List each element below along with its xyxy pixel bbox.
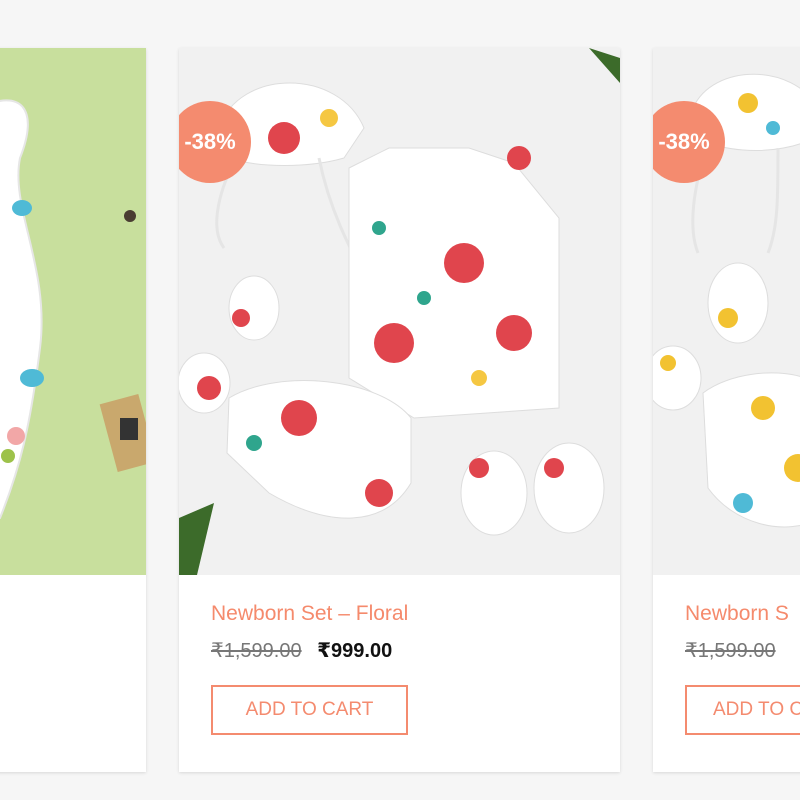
product-image[interactable]: -38% xyxy=(179,48,620,575)
product-title-right[interactable]: Newborn S xyxy=(685,602,789,626)
product-card-left[interactable]: kin xyxy=(0,48,146,772)
sale-price: ₹999.00 xyxy=(317,640,393,662)
add-to-cart-button[interactable]: ADD TO CART xyxy=(211,685,408,735)
product-card-right[interactable]: -38% Newborn S ₹1,599.00 ADD TO C xyxy=(653,48,800,772)
product-image-left[interactable]: kin xyxy=(0,48,146,575)
price-block: ₹1,599.00 ₹999.00 xyxy=(211,638,392,663)
original-price-right: ₹1,599.00 xyxy=(685,640,776,662)
watermark-text: kin xyxy=(20,298,41,315)
product-image-right[interactable]: -38% xyxy=(653,48,800,575)
product-card-newborn-floral[interactable]: -38% Newborn Set – Floral ₹1,599.00 ₹999… xyxy=(179,48,620,772)
add-to-cart-button-right[interactable]: ADD TO C xyxy=(685,685,800,735)
original-price: ₹1,599.00 xyxy=(211,640,302,662)
price-block-right: ₹1,599.00 xyxy=(685,638,786,663)
product-title[interactable]: Newborn Set – Floral xyxy=(211,602,408,626)
